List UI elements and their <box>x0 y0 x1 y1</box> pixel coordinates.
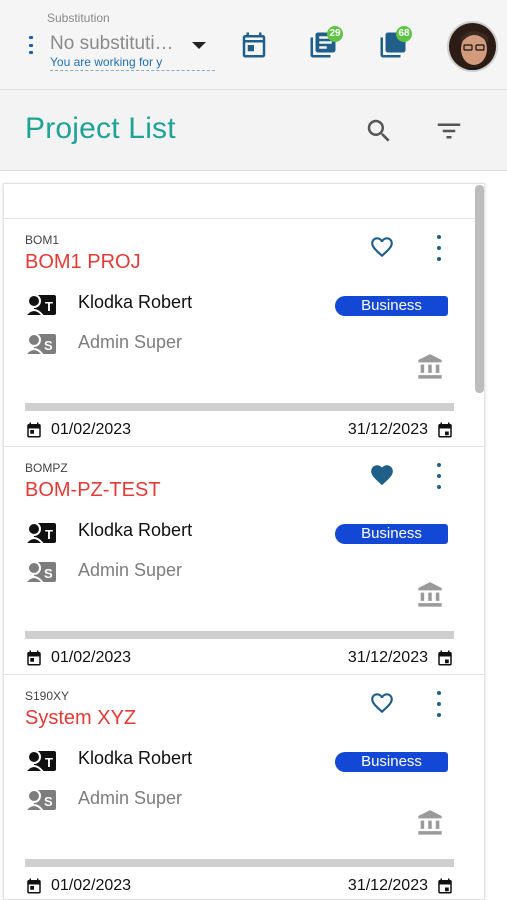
top-bar: Substitution No substituti… You are work… <box>0 0 507 90</box>
start-date-text: 01/02/2023 <box>51 421 132 438</box>
project-admin: Admin Super <box>78 560 183 580</box>
bank-icon <box>418 354 442 379</box>
calendar-icon <box>438 422 452 438</box>
calendar-icon <box>27 650 41 666</box>
project-list[interactable]: BOM1 BOM1 PROJ T Klodka Robert S Admin S… <box>3 183 485 900</box>
more-options-icon[interactable] <box>431 691 447 717</box>
svg-text:S: S <box>44 566 53 581</box>
substitution-hint: You are working for y <box>50 55 215 71</box>
start-date-text: 01/02/2023 <box>51 649 132 666</box>
svg-text:T: T <box>45 299 53 314</box>
project-name[interactable]: BOM1 PROJ <box>25 251 141 274</box>
svg-text:S: S <box>44 794 53 809</box>
substitution-label: Substitution <box>47 11 110 25</box>
project-admin: Admin Super <box>78 788 183 808</box>
stacked-files-badge: 68 <box>396 26 412 42</box>
svg-text:T: T <box>45 527 53 542</box>
project-owner: Klodka Robert <box>78 748 193 768</box>
page-header: Project List <box>0 90 507 171</box>
bank-icon <box>418 582 442 607</box>
list-top-spacer <box>4 184 484 219</box>
heart-outline-icon[interactable] <box>368 690 396 716</box>
project-owner: Klodka Robert <box>78 292 193 312</box>
project-code: BOMPZ <box>25 461 68 475</box>
calendar-icon[interactable] <box>239 30 269 60</box>
svg-text:S: S <box>44 338 53 353</box>
calendar-icon <box>27 422 41 438</box>
project-progress-bar <box>25 631 454 639</box>
admin-badge-icon: S <box>25 333 56 356</box>
user-avatar[interactable] <box>447 21 498 72</box>
start-date: 01/02/2023 <box>25 877 131 895</box>
calendar-icon <box>27 878 41 894</box>
project-card[interactable]: BOMPZ BOM-PZ-TEST T Klodka Robert S Admi… <box>4 447 484 675</box>
end-date: 31/12/2023 <box>348 649 454 667</box>
project-progress-bar <box>25 403 454 411</box>
list-scrollbar[interactable] <box>475 185 484 393</box>
owner-badge-icon: T <box>25 294 56 317</box>
bank-icon <box>418 810 442 835</box>
end-date-text: 31/12/2023 <box>347 649 428 666</box>
search-icon[interactable] <box>364 116 394 146</box>
project-type-badge: Business <box>335 296 448 316</box>
page-title: Project List <box>25 112 176 145</box>
caret-down-icon[interactable] <box>192 42 206 49</box>
more-options-icon[interactable] <box>431 463 447 489</box>
project-name[interactable]: BOM-PZ-TEST <box>25 479 161 502</box>
admin-badge-icon: S <box>25 789 56 812</box>
end-date-text: 31/12/2023 <box>347 421 428 438</box>
calendar-icon <box>438 650 452 666</box>
filter-icon[interactable] <box>434 116 464 146</box>
more-options-icon[interactable] <box>431 235 447 261</box>
start-date: 01/02/2023 <box>25 649 131 667</box>
end-date: 31/12/2023 <box>348 877 454 895</box>
project-code: BOM1 <box>25 233 60 247</box>
drag-handle-icon[interactable] <box>29 36 35 54</box>
project-card[interactable]: BOM1 BOM1 PROJ T Klodka Robert S Admin S… <box>4 219 484 447</box>
admin-badge-icon: S <box>25 561 56 584</box>
heart-outline-icon[interactable] <box>368 234 396 260</box>
end-date-text: 31/12/2023 <box>347 877 428 894</box>
project-type-badge: Business <box>335 524 448 544</box>
svg-text:T: T <box>45 755 53 770</box>
substitution-select[interactable]: No substituti… <box>50 33 174 55</box>
project-card[interactable]: S190XY System XYZ T Klodka Robert S Admi… <box>4 675 484 899</box>
start-date-text: 01/02/2023 <box>51 877 132 894</box>
calendar-icon <box>438 878 452 894</box>
owner-badge-icon: T <box>25 750 56 773</box>
owner-badge-icon: T <box>25 522 56 545</box>
heart-filled-icon[interactable] <box>368 462 396 488</box>
end-date: 31/12/2023 <box>348 421 454 439</box>
project-code: S190XY <box>25 689 70 703</box>
document-list-badge: 29 <box>327 26 343 42</box>
project-owner: Klodka Robert <box>78 520 193 540</box>
project-admin: Admin Super <box>78 332 183 352</box>
project-name[interactable]: System XYZ <box>25 707 136 730</box>
project-progress-bar <box>25 859 454 867</box>
avatar-photo <box>449 23 496 70</box>
project-type-badge: Business <box>335 752 448 772</box>
start-date: 01/02/2023 <box>25 421 131 439</box>
